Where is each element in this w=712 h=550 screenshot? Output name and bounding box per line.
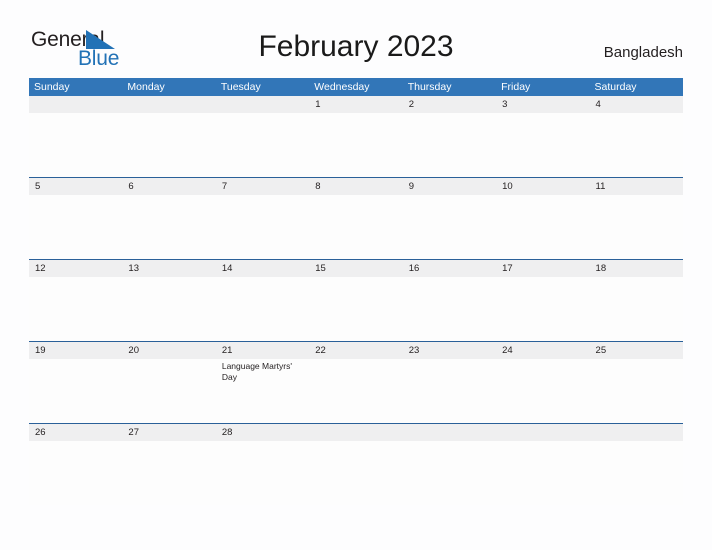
- day-number[interactable]: 3: [496, 96, 589, 113]
- day-content-band: [29, 113, 683, 177]
- day-cell[interactable]: Language Martyrs' Day: [216, 359, 309, 423]
- day-number[interactable]: 24: [496, 342, 589, 359]
- calendar-week-row: 26 27 28: [29, 423, 683, 505]
- weekday-sunday: Sunday: [34, 81, 70, 93]
- weekday-wednesday: Wednesday: [314, 81, 370, 93]
- day-number: [29, 96, 122, 113]
- day-number[interactable]: 9: [403, 178, 496, 195]
- day-cell[interactable]: [122, 441, 215, 505]
- calendar-page: General Blue February 2023 Bangladesh Su…: [0, 0, 712, 550]
- day-number[interactable]: 27: [122, 424, 215, 441]
- day-number[interactable]: 15: [309, 260, 402, 277]
- date-number-band: 12 13 14 15 16 17 18: [29, 260, 683, 277]
- day-cell[interactable]: [122, 195, 215, 259]
- calendar-weeks: 1 2 3 4 5 6 7 8 9 10 11 12 13 14 15 16 17 18 19 20 21 22 23 24 2…: [29, 96, 683, 505]
- page-header: General Blue February 2023 Bangladesh: [0, 0, 712, 78]
- date-number-band: 5 6 7 8 9 10 11: [29, 178, 683, 195]
- day-cell[interactable]: [496, 113, 589, 177]
- holiday-label: Language Martyrs' Day: [221, 361, 292, 382]
- day-cell[interactable]: [29, 359, 122, 423]
- day-number: [403, 424, 496, 441]
- day-number: [590, 424, 683, 441]
- day-number[interactable]: 26: [29, 424, 122, 441]
- day-number[interactable]: 19: [29, 342, 122, 359]
- country-label: Bangladesh: [603, 44, 683, 61]
- day-number[interactable]: 13: [122, 260, 215, 277]
- day-cell[interactable]: [590, 277, 683, 341]
- day-cell[interactable]: [122, 277, 215, 341]
- weekday-monday: Monday: [127, 81, 165, 93]
- weekday-saturday: Saturday: [594, 81, 637, 93]
- day-content-band: [29, 441, 683, 505]
- day-number[interactable]: 7: [216, 178, 309, 195]
- weekday-thursday: Thursday: [407, 81, 452, 93]
- day-cell[interactable]: [309, 277, 402, 341]
- day-cell[interactable]: [216, 277, 309, 341]
- day-number[interactable]: 10: [496, 178, 589, 195]
- calendar-week-row: 5 6 7 8 9 10 11: [29, 177, 683, 259]
- day-number[interactable]: 5: [29, 178, 122, 195]
- day-cell: [29, 113, 122, 177]
- day-number[interactable]: 14: [216, 260, 309, 277]
- day-cell[interactable]: [309, 195, 402, 259]
- day-cell[interactable]: [496, 195, 589, 259]
- day-number[interactable]: 12: [29, 260, 122, 277]
- day-number[interactable]: 6: [122, 178, 215, 195]
- date-number-band: 19 20 21 22 23 24 25: [29, 342, 683, 359]
- day-cell[interactable]: [216, 441, 309, 505]
- weekday-friday: Friday: [501, 81, 531, 93]
- day-number[interactable]: 20: [122, 342, 215, 359]
- calendar-week-row: 19 20 21 22 23 24 25 Language Martyrs' Day: [29, 341, 683, 423]
- day-number[interactable]: 28: [216, 424, 309, 441]
- day-number[interactable]: 17: [496, 260, 589, 277]
- day-number[interactable]: 22: [309, 342, 402, 359]
- day-cell: [309, 441, 402, 505]
- date-number-band: 26 27 28: [29, 424, 683, 441]
- date-number-band: 1234: [29, 96, 683, 113]
- day-cell[interactable]: [122, 359, 215, 423]
- calendar-grid: Sunday Monday Tuesday Wednesday Thursday…: [29, 78, 683, 505]
- day-cell[interactable]: [29, 277, 122, 341]
- day-number[interactable]: 11: [590, 178, 683, 195]
- day-cell[interactable]: [496, 359, 589, 423]
- day-cell[interactable]: [403, 113, 496, 177]
- day-number: [309, 424, 402, 441]
- day-cell: [216, 113, 309, 177]
- day-cell[interactable]: [29, 441, 122, 505]
- day-number[interactable]: 23: [403, 342, 496, 359]
- day-number[interactable]: 16: [403, 260, 496, 277]
- day-cell[interactable]: [309, 359, 402, 423]
- day-content-band: Language Martyrs' Day: [29, 359, 683, 423]
- day-cell[interactable]: [496, 277, 589, 341]
- day-content-band: [29, 195, 683, 259]
- day-cell: [403, 441, 496, 505]
- day-number[interactable]: 8: [309, 178, 402, 195]
- day-cell[interactable]: [403, 277, 496, 341]
- day-cell: [590, 441, 683, 505]
- weekday-header-row: Sunday Monday Tuesday Wednesday Thursday…: [29, 78, 683, 96]
- day-cell[interactable]: [403, 359, 496, 423]
- day-number: [496, 424, 589, 441]
- day-cell[interactable]: [309, 113, 402, 177]
- day-number: [216, 96, 309, 113]
- day-content-band: [29, 277, 683, 341]
- day-cell[interactable]: [403, 195, 496, 259]
- calendar-week-row: 12 13 14 15 16 17 18: [29, 259, 683, 341]
- day-number[interactable]: 21: [216, 342, 309, 359]
- day-number[interactable]: 2: [403, 96, 496, 113]
- day-cell[interactable]: [216, 195, 309, 259]
- day-number: [122, 96, 215, 113]
- day-cell[interactable]: [590, 113, 683, 177]
- day-number[interactable]: 1: [309, 96, 402, 113]
- weekday-tuesday: Tuesday: [220, 81, 261, 93]
- day-cell: [496, 441, 589, 505]
- day-number[interactable]: 4: [590, 96, 683, 113]
- day-cell: [122, 113, 215, 177]
- calendar-week-row: 1234: [29, 96, 683, 177]
- day-number[interactable]: 18: [590, 260, 683, 277]
- day-cell[interactable]: [590, 359, 683, 423]
- day-number[interactable]: 25: [590, 342, 683, 359]
- day-cell[interactable]: [590, 195, 683, 259]
- day-cell[interactable]: [29, 195, 122, 259]
